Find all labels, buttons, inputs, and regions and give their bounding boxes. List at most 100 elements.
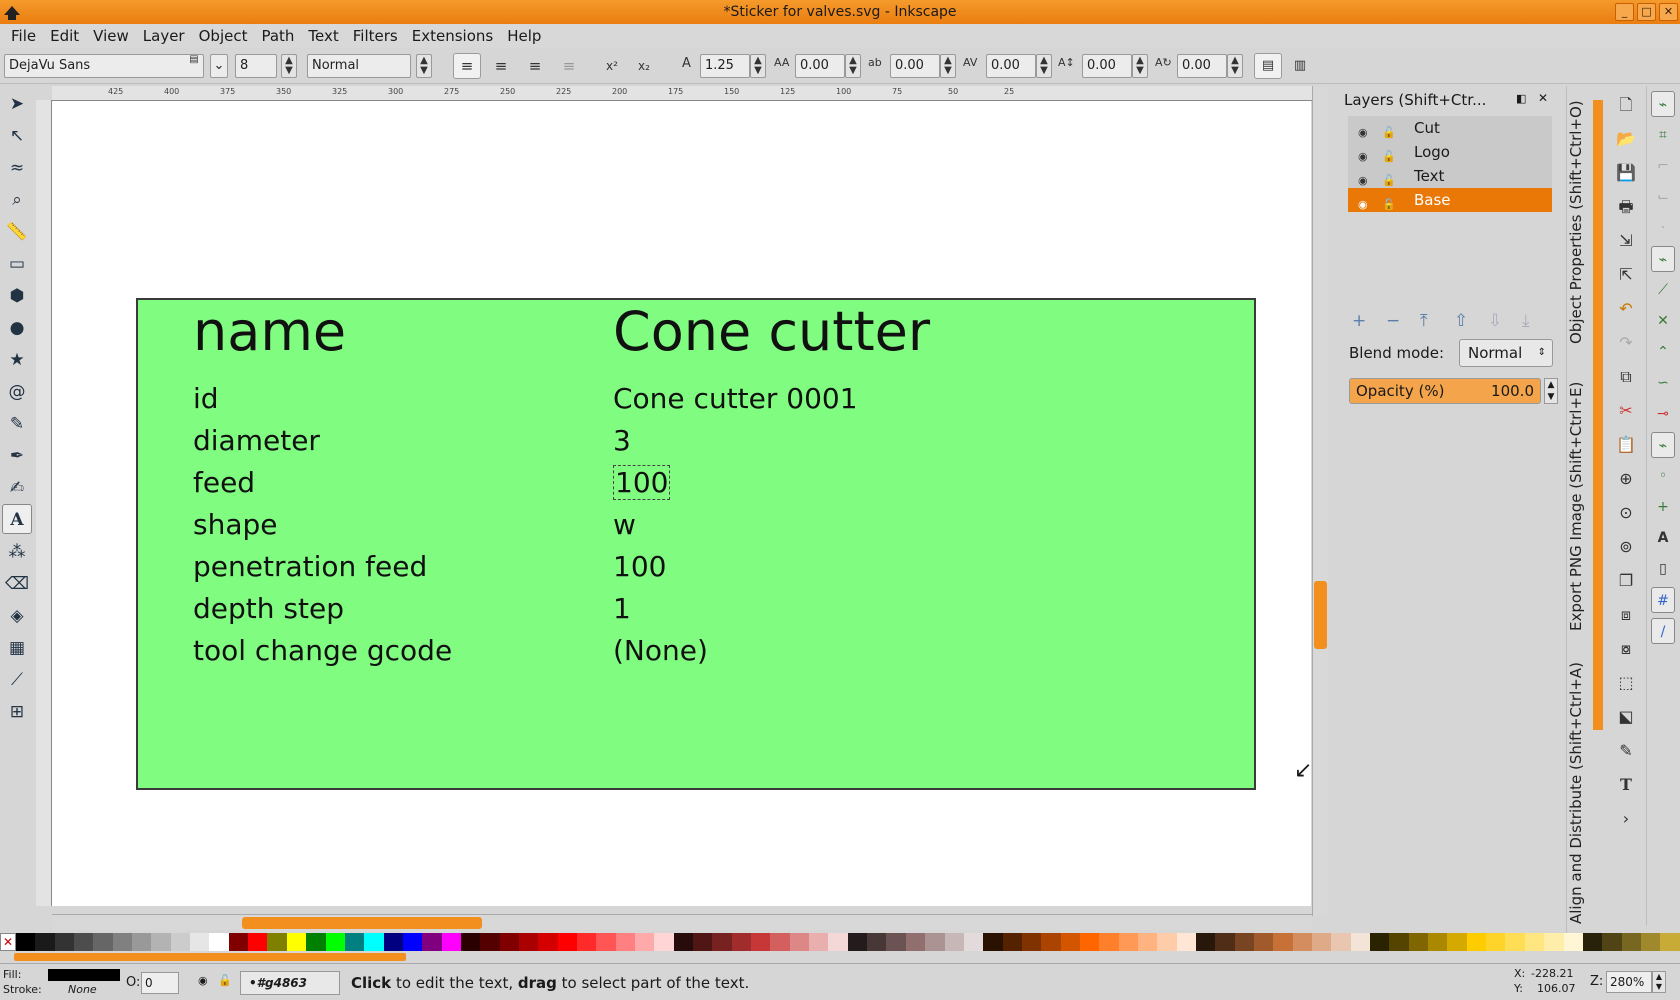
ellipse-icon[interactable]: ● (2, 312, 32, 342)
horizontal-text-button[interactable]: ▤ (1254, 53, 1282, 79)
palette-swatch[interactable] (1215, 933, 1235, 951)
cut-icon[interactable]: ✂ (1612, 396, 1640, 426)
palette-swatch[interactable] (1118, 933, 1138, 951)
snap-bbox-edge-icon[interactable]: ⌐ (1651, 153, 1675, 179)
palette-swatch[interactable] (132, 933, 152, 951)
snap-enable-icon[interactable]: ⌁ (1651, 91, 1675, 117)
menu-path[interactable]: Path (254, 27, 301, 45)
menu-filters[interactable]: Filters (346, 27, 405, 45)
dropper-icon[interactable]: ⟋ (2, 664, 32, 694)
fill-swatch[interactable] (48, 969, 120, 981)
palette-swatch[interactable] (422, 933, 442, 951)
row-value-depth-step[interactable]: 1 (613, 592, 631, 625)
palette-swatch[interactable] (441, 933, 461, 951)
maximize-button[interactable]: □ (1637, 3, 1656, 21)
snap-page-icon[interactable]: ▯ (1651, 556, 1675, 582)
zoom-input[interactable]: 280% (1606, 971, 1652, 993)
lock-icon[interactable]: 🔓 (1382, 193, 1396, 217)
palette-swatch[interactable] (1350, 933, 1371, 951)
palette-swatch[interactable] (112, 933, 133, 951)
open-icon[interactable]: 📂 (1612, 124, 1640, 154)
snap-intersection-icon[interactable]: ✕ (1651, 308, 1675, 334)
box3d-icon[interactable]: ⬢ (2, 280, 32, 310)
copy-icon[interactable]: ⧉ (1612, 362, 1640, 392)
snap-bbox-midpoint-icon[interactable]: · (1651, 215, 1675, 241)
letter-spacing-stepper[interactable]: ▲ ▼ (845, 54, 861, 78)
palette-swatch[interactable] (789, 933, 810, 951)
align-left-button[interactable]: ≡ (453, 53, 481, 79)
palette-swatch[interactable] (151, 933, 171, 951)
lower-to-bottom-icon[interactable]: ⤓ (1522, 311, 1530, 331)
more-chevron-icon[interactable]: › (1612, 804, 1640, 834)
palette-swatch[interactable] (190, 933, 210, 951)
palette-swatch[interactable] (170, 933, 191, 951)
font-list-icon[interactable]: ▤ (186, 54, 202, 78)
node-icon[interactable]: ↖ (2, 120, 32, 150)
tab-object-properties[interactable]: Object Properties (Shift+Ctrl+O) (1567, 92, 1591, 352)
palette-swatch[interactable] (1002, 933, 1022, 951)
no-paint-icon[interactable]: ✕ (0, 933, 16, 951)
menu-file[interactable]: File (4, 27, 43, 45)
close-button[interactable]: ✕ (1659, 3, 1678, 21)
line-spacing-stepper[interactable]: ▲ ▼ (750, 54, 766, 78)
spiral-icon[interactable]: @ (2, 376, 32, 406)
header-key-text[interactable]: name (193, 300, 346, 363)
layer-object-selector[interactable]: •#g4863 (240, 971, 340, 995)
row-key-id[interactable]: id (193, 382, 219, 415)
palette-swatch[interactable] (828, 933, 848, 951)
kerning-input[interactable]: 0.00 (986, 54, 1036, 78)
palette-swatch[interactable] (1602, 933, 1622, 951)
vertical-shift-stepper[interactable]: ▲ ▼ (1132, 54, 1148, 78)
tweak-icon[interactable]: ≈ (2, 152, 32, 182)
palette-swatch[interactable] (1660, 933, 1680, 951)
palette-swatch[interactable] (596, 933, 616, 951)
panel-close-icon[interactable]: ✕ (1538, 91, 1548, 105)
palette-swatch[interactable] (1176, 933, 1196, 951)
snap-grid-icon[interactable]: # (1651, 587, 1675, 613)
palette-swatch[interactable] (847, 933, 868, 951)
palette-swatch[interactable] (1544, 933, 1564, 951)
opacity-slider[interactable]: Opacity (%) 100.0 (1349, 378, 1541, 404)
palette-swatch[interactable] (402, 933, 423, 951)
palette-swatch[interactable] (886, 933, 906, 951)
snap-nodes-icon[interactable]: ⌁ (1651, 246, 1675, 272)
palette-swatch[interactable] (460, 933, 481, 951)
palette-swatch[interactable] (93, 933, 113, 951)
snap-text-baseline-icon[interactable]: A (1651, 525, 1675, 551)
font-size-input[interactable]: 8 (235, 54, 277, 78)
menu-text[interactable]: Text (301, 27, 345, 45)
font-size-stepper[interactable]: ▲ ▼ (281, 54, 297, 78)
fill-stroke-icon[interactable]: ✎ (1612, 736, 1640, 766)
import-icon[interactable]: ⇲ (1612, 226, 1640, 256)
snap-bbox-icon[interactable]: ⌗ (1651, 122, 1675, 148)
palette-swatch[interactable] (1234, 933, 1254, 951)
palette-swatch[interactable] (325, 933, 345, 951)
palette-swatch[interactable] (1273, 933, 1293, 951)
text-icon[interactable]: A (2, 504, 32, 534)
palette-swatch[interactable] (867, 933, 887, 951)
palette-swatch[interactable] (1060, 933, 1080, 951)
lower-layer-icon[interactable]: ⇩ (1488, 311, 1502, 331)
pencil-icon[interactable]: ✎ (2, 408, 32, 438)
snap-cusp-icon[interactable]: ⌃ (1651, 339, 1675, 365)
bucket-icon[interactable]: ◈ (2, 600, 32, 630)
snap-path-icon[interactable]: ⟋ (1651, 277, 1675, 303)
snap-bbox-corner-icon[interactable]: ⌙ (1651, 184, 1675, 210)
menu-view[interactable]: View (86, 27, 136, 45)
paste-icon[interactable]: 📋 (1612, 430, 1640, 460)
palette-swatch[interactable] (905, 933, 926, 951)
row-value-feed-editing[interactable]: 100 (613, 465, 671, 500)
tab-align-distribute[interactable]: Align and Distribute (Shift+Ctrl+A) (1567, 656, 1591, 931)
row-value-tool-change-gcode[interactable]: (None) (613, 634, 708, 667)
menu-help[interactable]: Help (500, 27, 548, 45)
palette-swatch[interactable] (963, 933, 984, 951)
vertical-scrollbar[interactable] (1312, 86, 1328, 916)
justify-button[interactable]: ≡ (555, 53, 583, 79)
palette-swatch[interactable] (518, 933, 539, 951)
layer-row-text[interactable]: ◉ 🔓 Text (1348, 164, 1552, 188)
text-font-icon[interactable]: T (1612, 770, 1640, 800)
stroke-value[interactable]: None (68, 983, 97, 996)
font-dropdown-button[interactable]: ⌄ (210, 54, 228, 78)
menu-layer[interactable]: Layer (136, 27, 192, 45)
row-key-feed[interactable]: feed (193, 466, 255, 499)
